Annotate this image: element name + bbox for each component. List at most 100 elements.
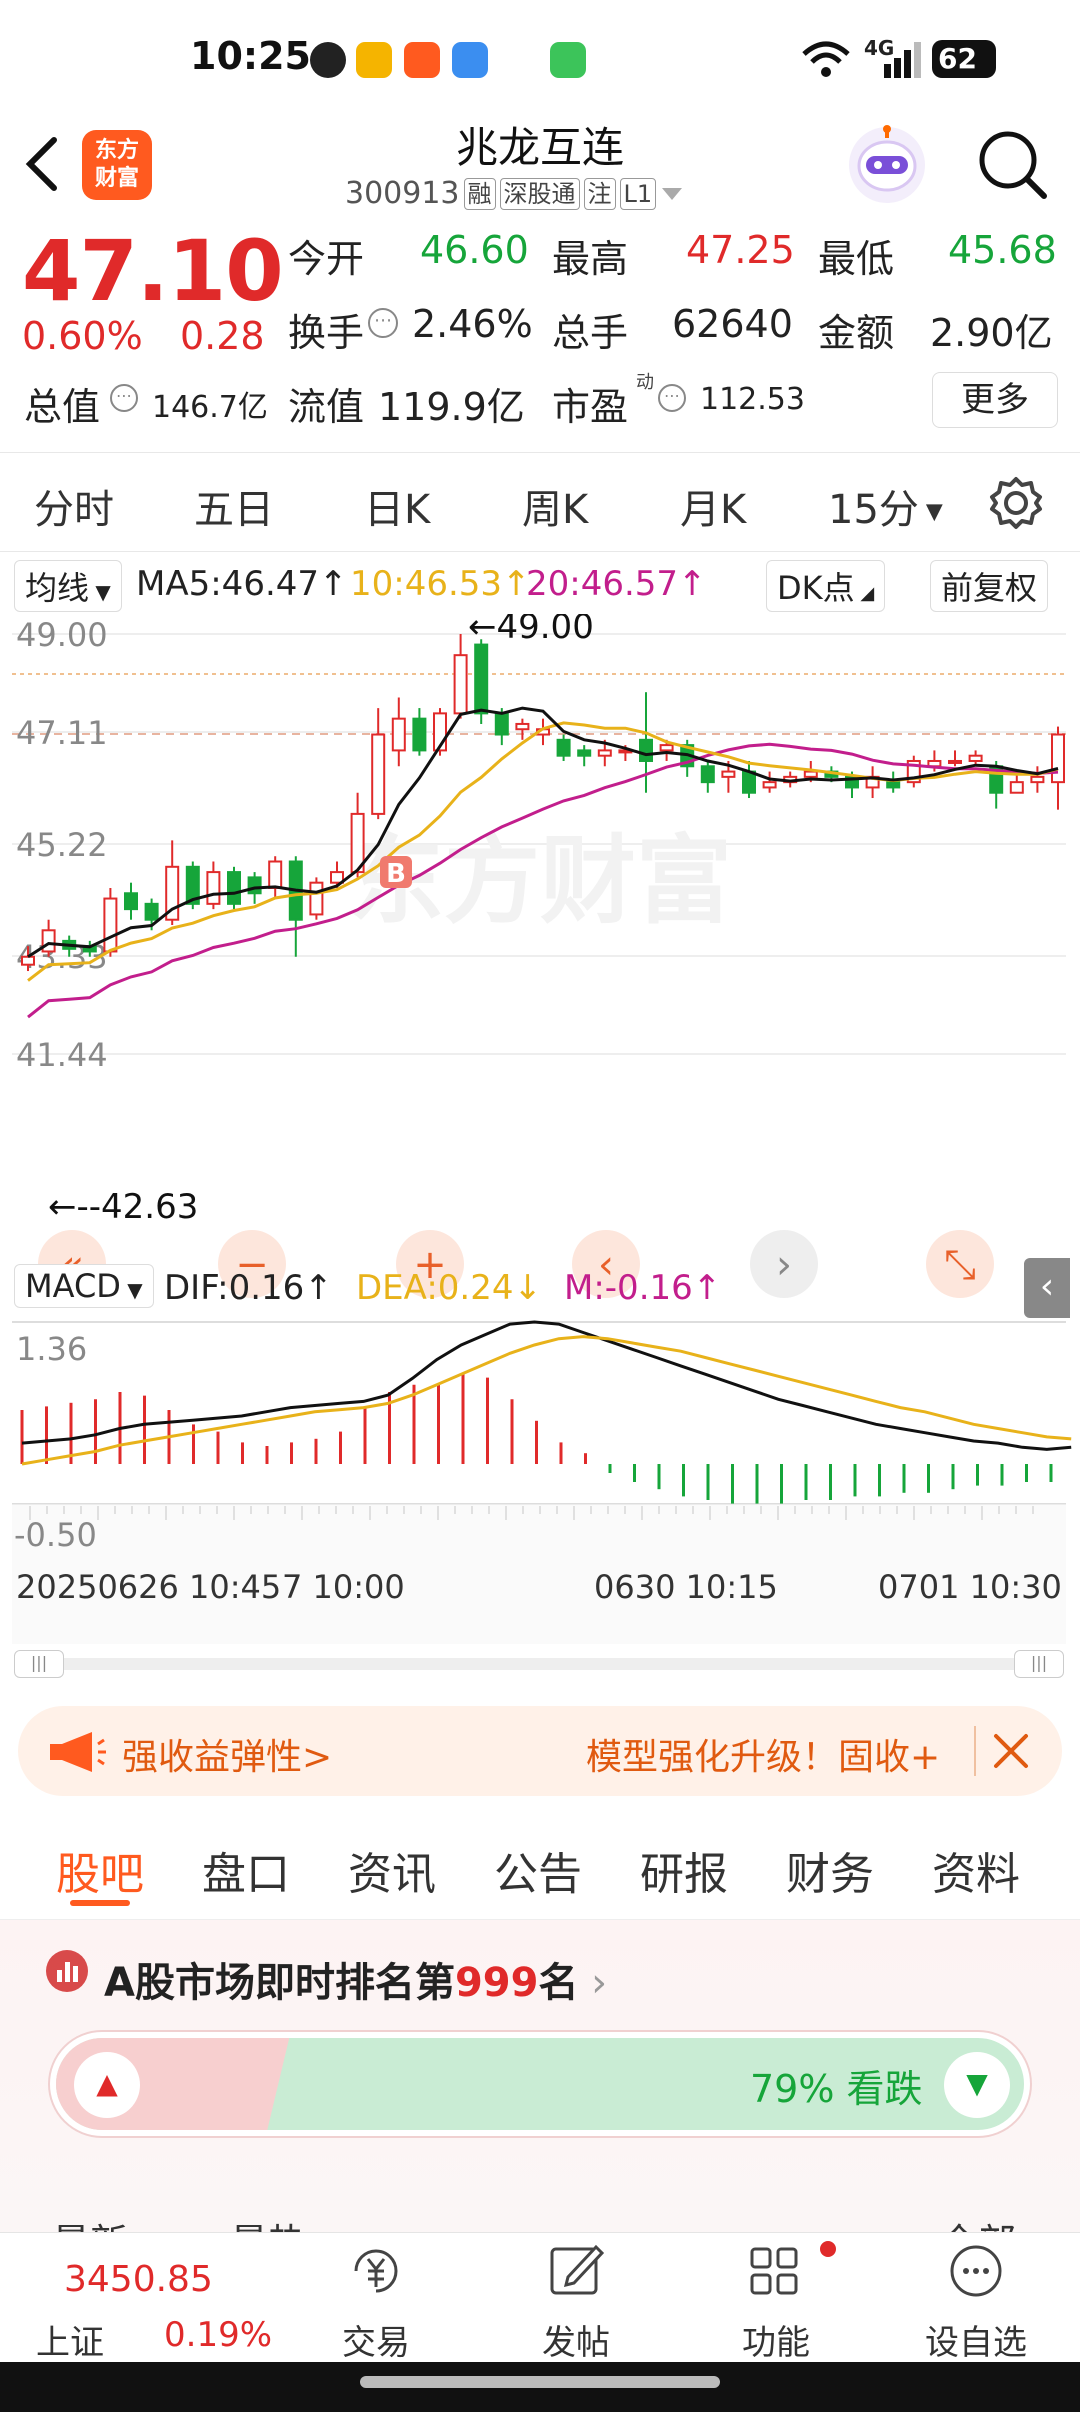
edit-icon <box>550 2244 605 2295</box>
filter-all[interactable]: 全部 <box>940 2212 1016 2232</box>
app-notification-icon <box>404 42 440 78</box>
promo-banner[interactable]: 强收益弹性> 模型强化升级！固收+ <box>18 1706 1062 1796</box>
battery-indicator: 62 <box>932 40 996 78</box>
candle-body <box>948 759 962 764</box>
info-icon[interactable]: ⋯ <box>110 384 138 412</box>
change-percent: 0.60% <box>22 314 143 358</box>
yuan-circle-icon <box>354 2249 398 2293</box>
nav-post-label: 发帖 <box>542 2323 610 2363</box>
tab-financials[interactable]: 财务 <box>786 1838 874 1902</box>
tag-margin: 融 <box>463 177 496 210</box>
candle-body <box>21 955 35 966</box>
tab-daily-k[interactable]: 日K <box>364 477 430 535</box>
candle-body <box>494 712 509 736</box>
bearish-percent: 79% 看跌 <box>750 2067 923 2111</box>
candle-body <box>206 871 221 905</box>
nav-trade[interactable]: 交易 <box>276 2233 476 2363</box>
candle-body <box>309 881 324 916</box>
rank-panel: A股市场即时排名第999名 › ▲ 79% 看跌 ▼ 最新 最热 全部 <box>0 1920 1080 2232</box>
time-label-3: 0701 10:30 <box>878 1568 1062 1606</box>
macd-selector[interactable]: MACD ▼ <box>14 1264 154 1308</box>
current-price: 47.10 <box>22 222 284 320</box>
buy-marker-label: B <box>386 859 406 889</box>
adjust-button[interactable]: 前复权 <box>930 560 1049 612</box>
banner-left-text: 强收益弹性> <box>122 1737 332 1778</box>
tab-research[interactable]: 研报 <box>640 1838 728 1902</box>
candle-body <box>515 722 530 731</box>
ma-selector[interactable]: 均线 ▼ <box>14 560 122 612</box>
change-amount: 0.28 <box>180 314 265 358</box>
index-change[interactable]: 0.19% <box>164 2315 272 2355</box>
search-icon[interactable] <box>976 128 1050 202</box>
macd-y-bottom: -0.50 <box>14 1516 97 1554</box>
sort-latest[interactable]: 最新 <box>52 2212 128 2232</box>
nav-functions[interactable]: 功能 <box>676 2233 876 2363</box>
info-icon[interactable]: ⋯ <box>658 384 686 412</box>
nav-post[interactable]: 发帖 <box>476 2233 676 2363</box>
robot-assistant-icon[interactable] <box>846 124 928 206</box>
nav-add-watchlist[interactable]: 设自选 <box>876 2233 1076 2363</box>
app-notification-icon <box>356 42 392 78</box>
tab-weekly-k[interactable]: 周K <box>522 477 588 535</box>
float-value: 119.9亿 <box>378 385 525 429</box>
candle-body <box>968 754 983 762</box>
amount-value: 2.90亿 <box>930 311 1053 355</box>
price-axis-label: 49.00 <box>16 616 108 654</box>
info-icon[interactable]: ⋯ <box>368 308 398 338</box>
pe-sup: 动 <box>636 372 654 393</box>
system-nav-bar <box>0 2362 1080 2412</box>
notification-dot <box>820 2241 836 2257</box>
dk-point-button[interactable]: DK点 ◢ <box>766 560 886 612</box>
volume-value: 62640 <box>672 302 793 346</box>
pe-label: 市盈 <box>552 385 629 429</box>
index-value[interactable]: 3450.85 <box>64 2259 213 2300</box>
rank-text[interactable]: A股市场即时排名第999名 › <box>104 1950 607 2008</box>
candle-body <box>639 738 653 762</box>
tab-guba[interactable]: 股吧 <box>56 1838 144 1902</box>
candle-body <box>247 876 262 895</box>
candle-body <box>597 749 612 757</box>
tab-15min[interactable]: 15分 ▼ <box>828 477 943 535</box>
volume-label: 总手 <box>552 311 629 355</box>
chart-scroll-track[interactable] <box>40 1658 1040 1670</box>
candle-body <box>1009 781 1024 794</box>
tab-announcements[interactable]: 公告 <box>494 1838 582 1902</box>
dea-value: DEA:0.24↓ <box>356 1268 542 1308</box>
close-icon[interactable] <box>990 1730 1032 1772</box>
bullish-button[interactable]: ▲ <box>74 2052 140 2118</box>
low-label: 最低 <box>818 237 895 281</box>
index-name[interactable]: 上证 <box>36 2315 104 2364</box>
candle-body <box>103 897 118 953</box>
kline-chart[interactable]: 东方财富 49.0047.1145.2243.3341.44 ←49.00 ←-… <box>0 614 1080 1664</box>
gear-icon[interactable] <box>988 475 1044 531</box>
high-annotation: ←49.00 <box>468 614 594 647</box>
sort-hot[interactable]: 最热 <box>230 2212 306 2232</box>
tab-pankou[interactable]: 盘口 <box>202 1838 290 1902</box>
candle-body <box>41 929 56 953</box>
banner-divider <box>974 1726 976 1776</box>
high-label: 最高 <box>552 237 629 281</box>
more-dots-icon <box>950 2245 1002 2297</box>
tab-monthly-k[interactable]: 月K <box>680 477 746 535</box>
scroll-handle-right[interactable]: ||| <box>1014 1650 1064 1678</box>
tab-news[interactable]: 资讯 <box>348 1838 436 1902</box>
home-indicator[interactable] <box>360 2376 720 2388</box>
tab-five-day[interactable]: 五日 <box>194 477 274 535</box>
bearish-button[interactable]: ▼ <box>944 2052 1010 2118</box>
scroll-handle-left[interactable]: ||| <box>14 1650 64 1678</box>
collapse-panel-button[interactable]: ‹ <box>1024 1258 1070 1318</box>
candle-body <box>659 744 674 752</box>
tab-intraday[interactable]: 分时 <box>34 477 114 535</box>
next-button[interactable]: › <box>750 1230 818 1298</box>
more-button[interactable]: 更多 <box>932 372 1058 428</box>
candle-body <box>1030 775 1045 784</box>
tab-profile[interactable]: 资料 <box>932 1838 1020 1902</box>
low-value: 45.68 <box>948 228 1057 272</box>
candle-body <box>803 770 818 778</box>
sentiment-bar: ▲ 79% 看跌 ▼ <box>50 2032 1030 2136</box>
candle-body <box>412 717 427 752</box>
stock-subline[interactable]: 300913 融 深股通 注 L1 <box>345 176 684 211</box>
candle-body <box>556 738 571 757</box>
candle-body <box>1051 733 1065 784</box>
fullscreen-button[interactable]: ⤡ <box>926 1230 994 1298</box>
